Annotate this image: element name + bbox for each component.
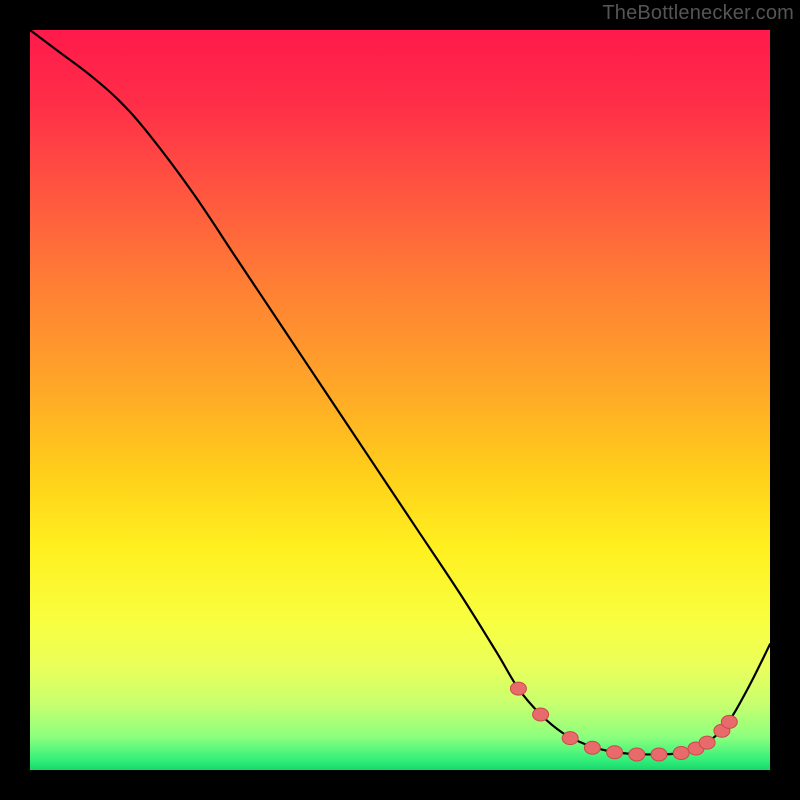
curve-layer <box>30 30 770 770</box>
curve-marker <box>533 708 549 721</box>
curve-marker <box>510 682 526 695</box>
curve-markers <box>510 682 737 761</box>
curve-marker <box>651 748 667 761</box>
curve-marker <box>629 748 645 761</box>
chart-frame: TheBottlenecker.com <box>0 0 800 800</box>
curve-marker <box>721 715 737 728</box>
attribution-text: TheBottlenecker.com <box>602 2 794 25</box>
plot-area <box>30 30 770 770</box>
curve-marker <box>584 741 600 754</box>
curve-marker <box>562 732 578 745</box>
bottleneck-curve <box>30 30 770 754</box>
curve-marker <box>699 736 715 749</box>
curve-marker <box>607 746 623 759</box>
curve-marker <box>673 746 689 759</box>
